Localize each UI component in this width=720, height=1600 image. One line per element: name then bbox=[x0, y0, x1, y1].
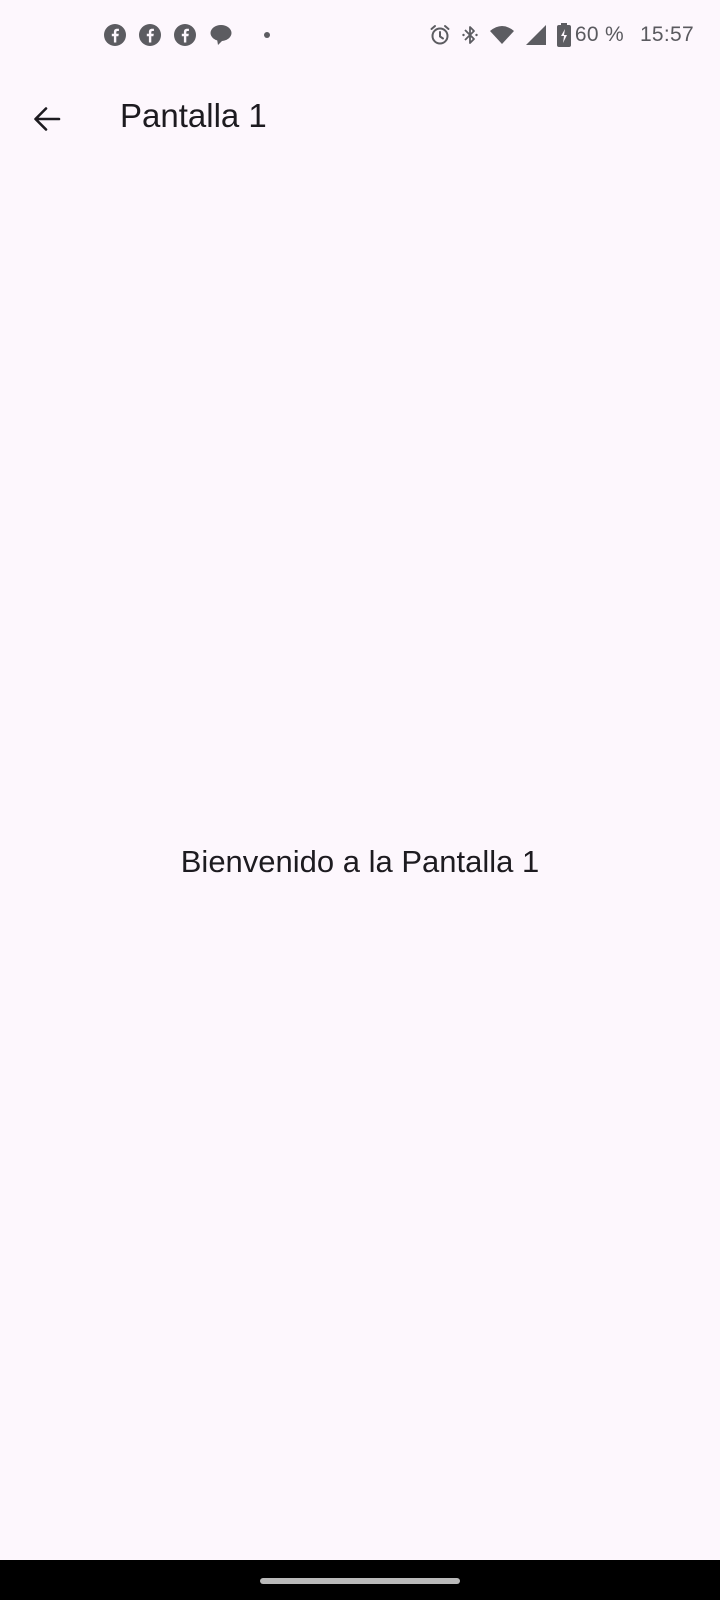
app-bar: Pantalla 1 bbox=[0, 72, 720, 160]
facebook-icon bbox=[104, 24, 126, 46]
facebook-icon bbox=[139, 24, 161, 46]
facebook-icon bbox=[174, 24, 196, 46]
navigation-bar bbox=[0, 1560, 720, 1600]
alarm-icon bbox=[430, 25, 450, 45]
home-gesture-handle[interactable] bbox=[260, 1578, 460, 1584]
signal-icon bbox=[525, 25, 546, 45]
arrow-back-icon bbox=[34, 107, 61, 131]
back-button[interactable] bbox=[22, 94, 72, 144]
status-bar: 60 % 15:57 bbox=[0, 0, 720, 72]
notification-icons bbox=[104, 23, 270, 47]
chat-bubble-icon bbox=[210, 25, 232, 45]
screen: 60 % 15:57 Pantalla 1 Bienvenido a la Pa… bbox=[0, 0, 720, 1600]
battery-percentage: 60 % bbox=[574, 23, 624, 46]
battery-charging-icon bbox=[556, 23, 571, 47]
more-dot-icon bbox=[264, 32, 270, 38]
system-status: 60 % 15:57 bbox=[429, 22, 694, 48]
wifi-icon bbox=[489, 26, 514, 44]
page-title: Pantalla 1 bbox=[120, 97, 267, 134]
welcome-message: Bienvenido a la Pantalla 1 bbox=[180, 844, 540, 879]
bluetooth-icon bbox=[462, 26, 478, 44]
clock: 15:57 bbox=[639, 23, 694, 46]
